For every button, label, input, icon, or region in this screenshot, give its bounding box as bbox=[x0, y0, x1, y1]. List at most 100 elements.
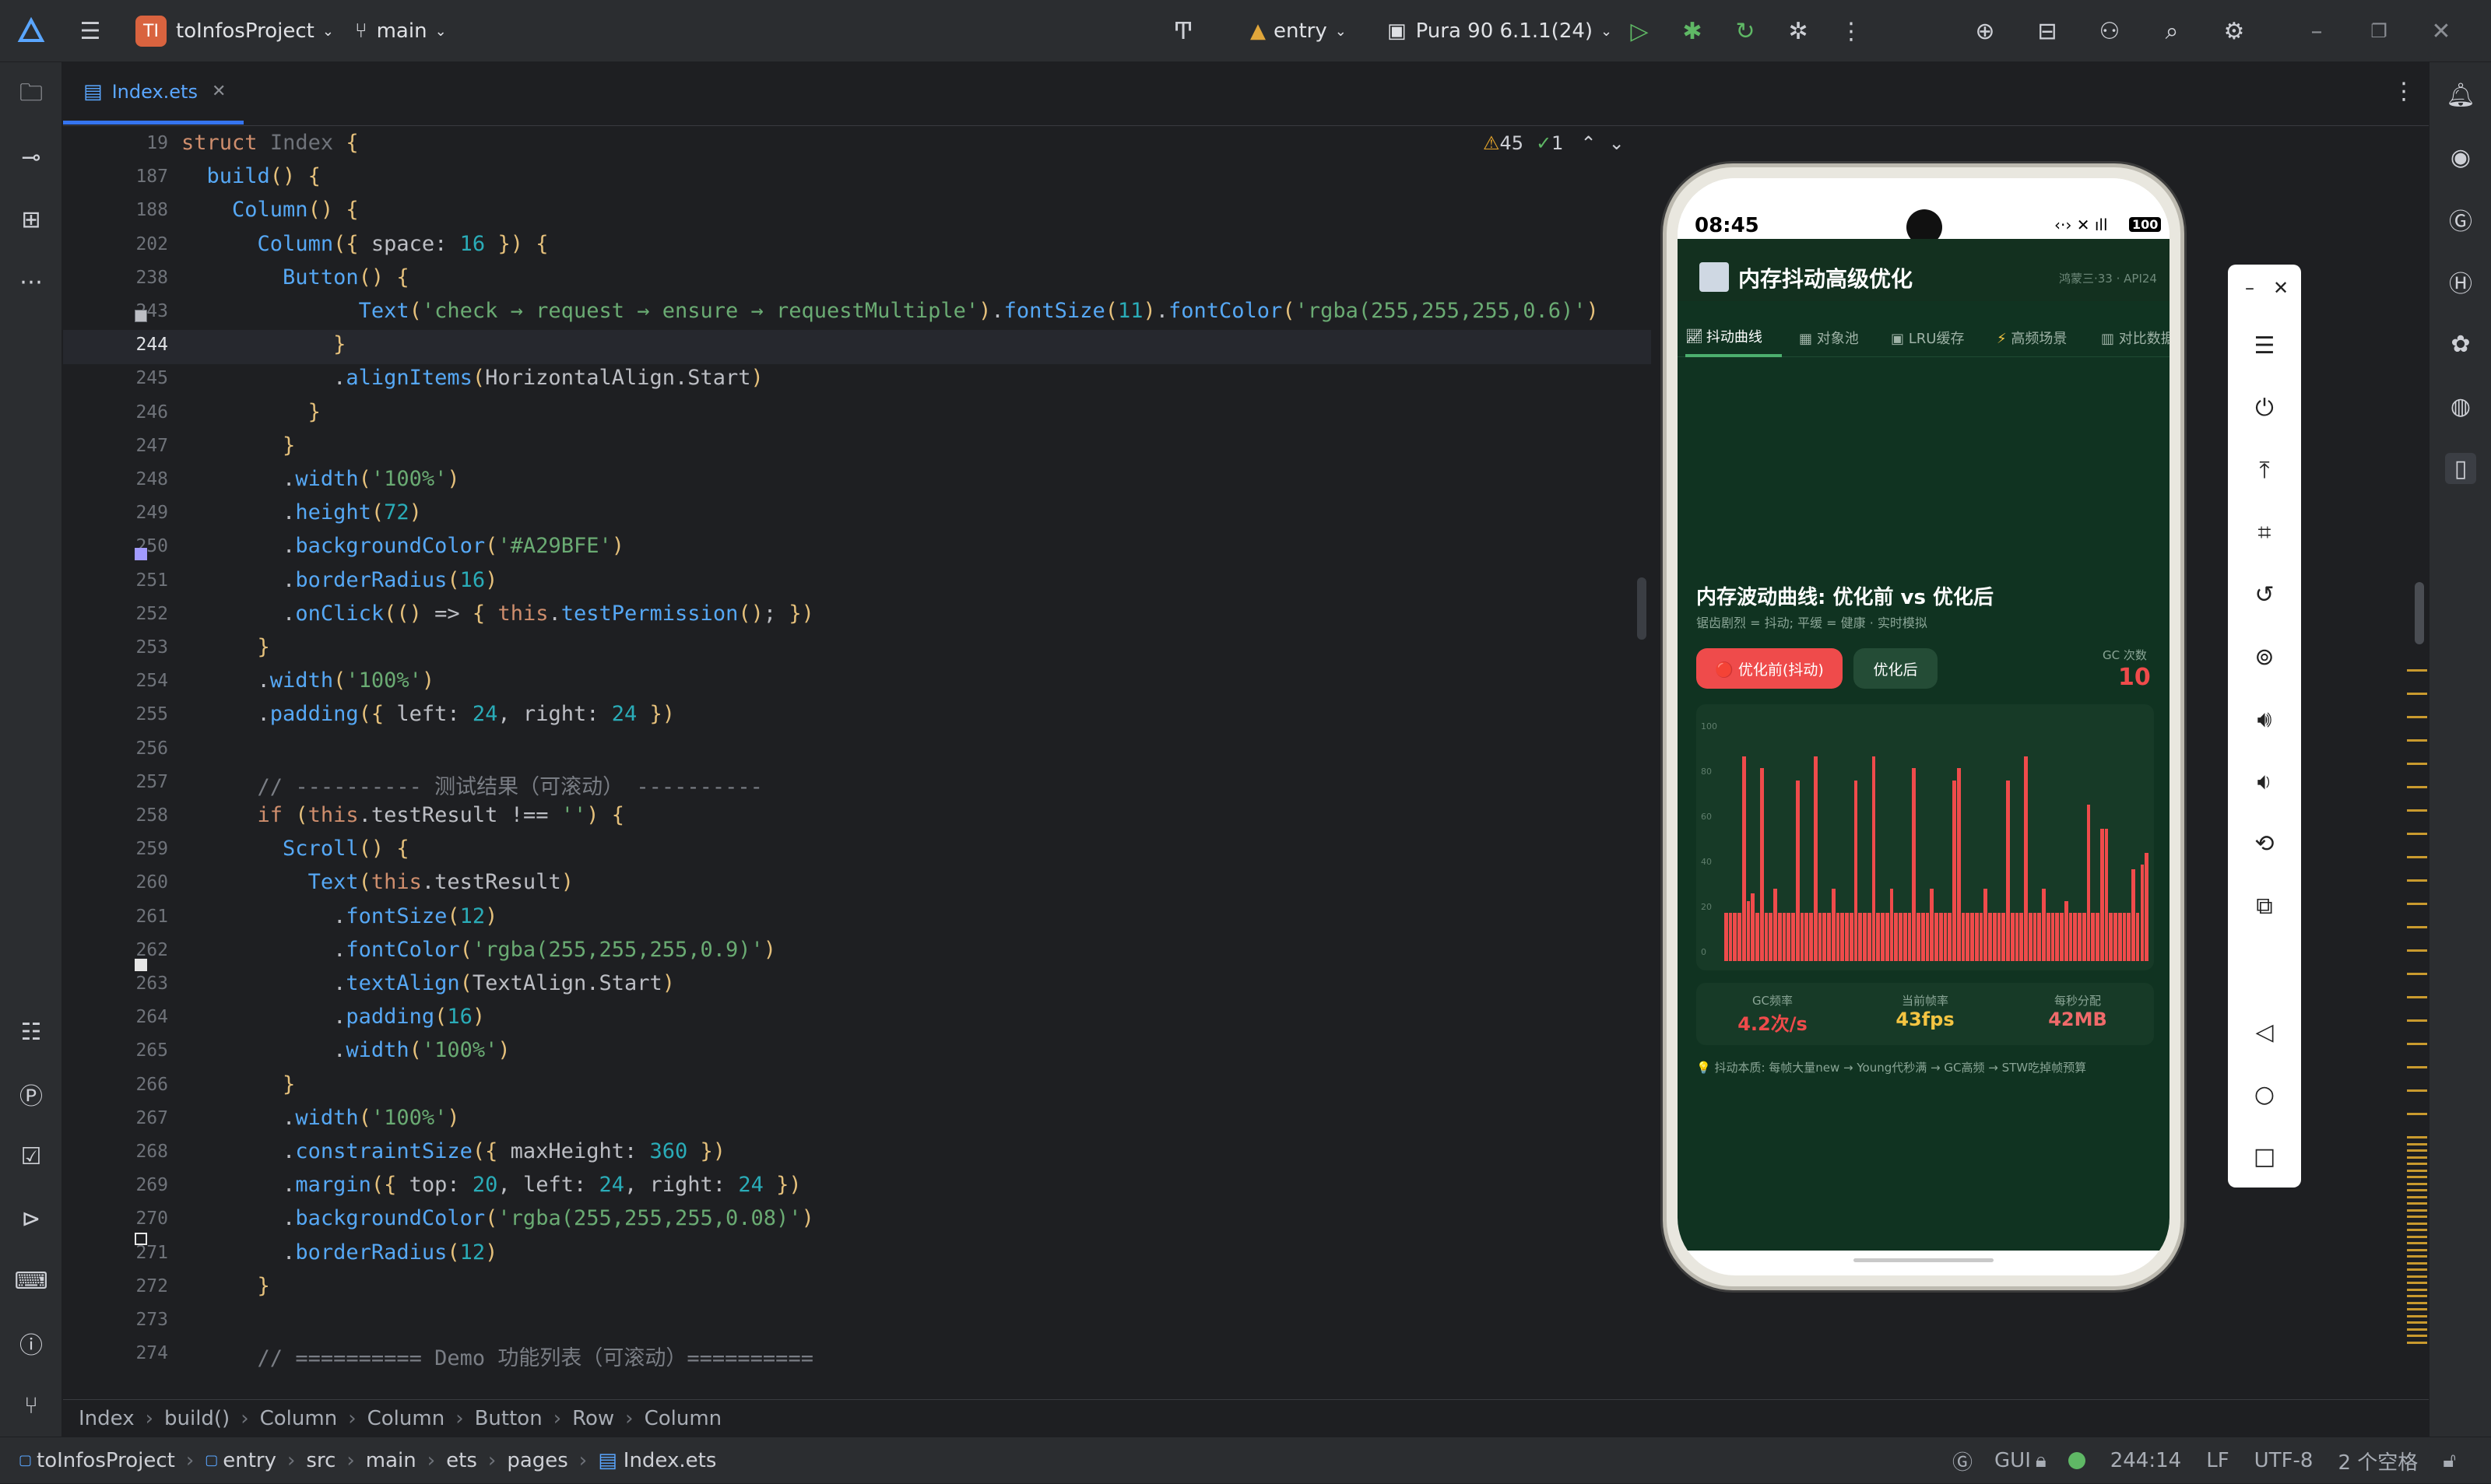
warning-stripe[interactable] bbox=[2407, 739, 2427, 742]
close-tab-icon[interactable]: ✕ bbox=[212, 82, 226, 101]
code-line[interactable]: .alignItems(HorizontalAlign.Start) bbox=[181, 366, 764, 390]
warning-stripe[interactable] bbox=[2407, 1156, 2427, 1159]
project-switcher[interactable]: TI toInfosProject ⌄ bbox=[135, 0, 334, 62]
warning-stripe[interactable] bbox=[2407, 1142, 2427, 1145]
warning-stripe[interactable] bbox=[2407, 1149, 2427, 1152]
stripe-scroll-thumb[interactable] bbox=[2415, 582, 2424, 644]
app-tab-compare[interactable]: ▥ 对比数据 bbox=[2101, 328, 2170, 348]
git-icon[interactable]: ⑂ bbox=[16, 1390, 47, 1421]
breadcrumb-item[interactable]: Row bbox=[572, 1407, 614, 1430]
volume-down-icon[interactable]: 🔉︎ bbox=[2249, 766, 2280, 797]
multi-device-icon[interactable]: ⧉ bbox=[2249, 890, 2280, 921]
search-icon[interactable]: ⌕ bbox=[2156, 0, 2187, 62]
warning-stripe[interactable] bbox=[2407, 1066, 2427, 1068]
menu-icon[interactable]: ☰ bbox=[2249, 330, 2280, 361]
warning-stripe[interactable] bbox=[2407, 1288, 2427, 1291]
warning-stripe[interactable] bbox=[2407, 879, 2427, 882]
volume-up-icon[interactable]: 🔊︎ bbox=[2249, 703, 2280, 735]
code-line[interactable]: // ---------- 测试结果（可滚动） ---------- bbox=[181, 770, 763, 800]
phone-screen[interactable]: 08:45 ‹·› ✕ ıll 100 内存抖动高级优化 鸿蒙三·33 · AP… bbox=[1678, 178, 2170, 1275]
warning-stripe[interactable] bbox=[2407, 1229, 2427, 1231]
branch-switcher[interactable]: ⑂ main ⌄ bbox=[355, 0, 447, 62]
device-selector[interactable]: ▣ Pura 90 6.1.1(24) ⌄ bbox=[1387, 0, 1612, 62]
code-line[interactable]: Text('check → request → ensure → request… bbox=[181, 299, 1599, 323]
screenshot-icon[interactable]: ⊚ bbox=[2249, 641, 2280, 672]
warning-stripe[interactable] bbox=[2407, 1163, 2427, 1165]
app-tab-lru-cache[interactable]: ▣ LRU缓存 bbox=[1891, 328, 1964, 348]
code-line[interactable]: .constraintSize({ maxHeight: 360 }) bbox=[181, 1139, 726, 1163]
warning-stripe[interactable] bbox=[2407, 1282, 2427, 1284]
folder-icon[interactable]: ⊟ bbox=[2032, 0, 2063, 62]
warning-stripe[interactable] bbox=[2407, 1341, 2427, 1344]
warning-stripe[interactable] bbox=[2407, 1275, 2427, 1278]
rotate-icon[interactable]: ↺ bbox=[2249, 579, 2280, 610]
code-line[interactable]: .height(72) bbox=[181, 500, 422, 524]
breadcrumb-item[interactable]: Column bbox=[367, 1407, 445, 1430]
home-icon[interactable]: ○ bbox=[2249, 1079, 2280, 1110]
code-line[interactable]: .onClick(() => { this.testPermission(); … bbox=[181, 602, 814, 626]
app-tab-jitter-curve[interactable]: 📈︎ 抖动曲线 bbox=[1685, 318, 1782, 357]
power-icon[interactable]: ⏻ bbox=[2249, 392, 2280, 423]
warning-stripe[interactable] bbox=[2407, 786, 2427, 788]
code-line[interactable]: Scroll() { bbox=[181, 837, 409, 861]
code-line[interactable]: .width('100%') bbox=[181, 1038, 511, 1062]
warning-stripe[interactable] bbox=[2407, 1268, 2427, 1271]
breadcrumb-item[interactable]: build() bbox=[164, 1407, 230, 1430]
warning-stripe[interactable] bbox=[2407, 1169, 2427, 1172]
code-line[interactable]: .padding({ left: 24, right: 24 }) bbox=[181, 702, 676, 726]
status-path-item[interactable]: src bbox=[306, 1449, 336, 1472]
status-path-item[interactable]: pages bbox=[507, 1449, 567, 1472]
code-line[interactable]: struct Index { bbox=[181, 131, 359, 155]
plugins-icon[interactable]: ✿ bbox=[2445, 328, 2476, 360]
editor-scrollbar[interactable] bbox=[1637, 577, 1646, 640]
terminal-icon[interactable]: ⌨ bbox=[14, 1265, 47, 1296]
warning-stripe[interactable] bbox=[2407, 1328, 2427, 1331]
code-line[interactable]: .margin({ top: 20, left: 24, right: 24 }… bbox=[181, 1173, 802, 1197]
minimize-panel-icon[interactable]: – bbox=[2234, 272, 2265, 303]
code-line[interactable]: } bbox=[181, 635, 270, 659]
code-line[interactable]: Column({ space: 16 }) { bbox=[181, 232, 549, 256]
code-line[interactable]: .backgroundColor('rgba(255,255,255,0.08)… bbox=[181, 1206, 814, 1230]
app-tab-hot-scenes[interactable]: ⚡ 高频场景 bbox=[1997, 328, 2067, 348]
commit-icon[interactable]: ⊸ bbox=[16, 142, 47, 173]
file-encoding[interactable]: UTF-8 bbox=[2254, 1449, 2314, 1472]
codegenie-status-icon[interactable]: Ⓖ bbox=[1952, 1447, 1973, 1475]
warning-stripe[interactable] bbox=[2407, 1176, 2427, 1178]
debug-icon[interactable]: ✱ bbox=[1677, 0, 1708, 62]
more-actions-icon[interactable]: ⋮ bbox=[1836, 0, 1867, 62]
code-line[interactable]: Column() { bbox=[181, 198, 359, 222]
close-panel-icon[interactable]: ✕ bbox=[2265, 272, 2296, 303]
warning-stripe[interactable] bbox=[2407, 716, 2427, 718]
notifications-icon[interactable]: 🔔︎ bbox=[2445, 79, 2476, 111]
device-manager-icon[interactable]: ⊕ bbox=[1969, 0, 2001, 62]
chevron-up-icon[interactable]: ⌃ bbox=[1580, 132, 1596, 154]
warning-stripe[interactable] bbox=[2407, 1235, 2427, 1238]
code-line[interactable]: .width('100%') bbox=[181, 467, 460, 491]
warning-stripe[interactable] bbox=[2407, 903, 2427, 905]
code-line[interactable]: } bbox=[181, 1072, 295, 1096]
code-line[interactable]: .backgroundColor('#A29BFE') bbox=[181, 534, 624, 558]
warning-stripe[interactable] bbox=[2407, 1136, 2427, 1138]
warning-stripe[interactable] bbox=[2407, 833, 2427, 835]
code-line[interactable]: .width('100%') bbox=[181, 668, 435, 693]
crop-icon[interactable]: ⌗ bbox=[2249, 517, 2280, 548]
warning-stripe[interactable] bbox=[2407, 1242, 2427, 1244]
warning-stripe[interactable] bbox=[2407, 1182, 2427, 1185]
after-optimization-button[interactable]: 优化后 bbox=[1853, 648, 1938, 689]
breadcrumb-item[interactable]: Button bbox=[475, 1407, 543, 1430]
code-line[interactable]: .borderRadius(16) bbox=[181, 568, 497, 592]
settings-icon[interactable]: ⚙ bbox=[2219, 0, 2250, 62]
warning-stripe[interactable] bbox=[2407, 1335, 2427, 1337]
editor-options-icon[interactable]: ⋮ bbox=[2392, 78, 2415, 105]
warning-stripe[interactable] bbox=[2407, 1089, 2427, 1092]
device-mirror-icon[interactable]: ▯ bbox=[2445, 453, 2476, 484]
warning-stripe[interactable] bbox=[2407, 1043, 2427, 1045]
structure-icon[interactable]: ⊞ bbox=[16, 204, 47, 235]
previewer-icon[interactable]: ◉ bbox=[2445, 142, 2476, 173]
app-tab-object-pool[interactable]: ▦ 对象池 bbox=[1799, 328, 1859, 348]
warning-stripe[interactable] bbox=[2407, 1261, 2427, 1265]
attach-debugger-icon[interactable]: ✲ bbox=[1783, 0, 1814, 62]
text-tool-icon[interactable]: Ͳ bbox=[1168, 0, 1199, 62]
status-path-item[interactable]: main bbox=[366, 1449, 416, 1472]
codegenie-icon[interactable]: Ⓖ bbox=[2445, 204, 2476, 236]
